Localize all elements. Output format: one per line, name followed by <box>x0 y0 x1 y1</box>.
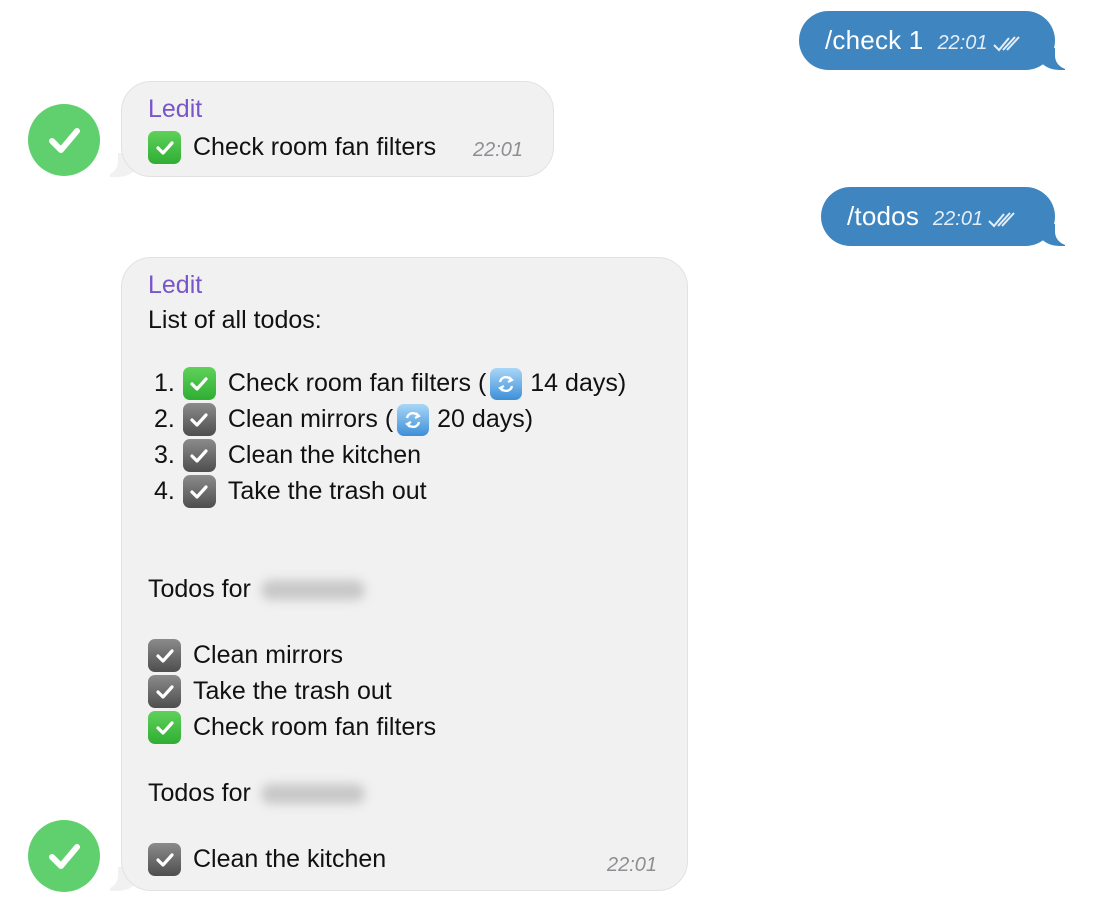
message-text: Check room fan filters <box>193 133 437 161</box>
todo-text: Check room fan filters <box>193 713 437 741</box>
todo-text: Take the trash out <box>227 477 427 505</box>
gray-check-emoji-icon <box>182 475 216 508</box>
repeat-emoji-icon <box>397 403 430 436</box>
green-check-emoji-icon <box>182 367 216 400</box>
todo-interval: 20 days) <box>437 405 534 433</box>
todo-number: 3. <box>154 441 175 469</box>
double-check-icon <box>988 211 1015 227</box>
message-text: /todos <box>847 201 920 231</box>
sender-name: Ledit <box>148 95 203 123</box>
chat-view: /check 1 22:01 Ledit Check room fan filt… <box>0 0 1108 900</box>
assigned-todo: Take the trash out <box>148 675 392 708</box>
message-time: 22:01 <box>607 854 658 876</box>
bot-avatar[interactable] <box>28 104 100 176</box>
outgoing-message-check[interactable]: /check 1 22:01 <box>799 11 1077 70</box>
gray-check-emoji-icon <box>148 843 181 876</box>
gray-check-emoji-icon <box>182 403 216 436</box>
todo-item-2: 2. Clean mirrors ( 20 days) <box>148 403 533 436</box>
section-title: Todos for <box>148 575 365 604</box>
todo-text: Clean mirrors <box>193 641 344 669</box>
todo-number: 4. <box>154 477 175 505</box>
todo-item-1: 1. Check room fan filters ( 14 days) <box>148 367 626 400</box>
list-header: List of all todos: <box>148 306 322 335</box>
todo-number: 2. <box>154 405 175 433</box>
green-check-emoji-icon <box>148 131 181 164</box>
assigned-todo: Check room fan filters <box>148 711 436 744</box>
message-meta: 22:01 <box>937 32 1021 55</box>
message-text: /check 1 <box>825 25 924 55</box>
double-check-icon <box>992 35 1020 51</box>
todo-text: Clean the kitchen <box>193 845 387 873</box>
todo-interval: 14 days) <box>530 369 627 397</box>
todo-text: Clean mirrors ( <box>227 405 394 433</box>
check-icon <box>49 128 80 153</box>
check-icon <box>49 844 80 869</box>
message-meta: 22:01 <box>933 208 1017 231</box>
incoming-message-check-result[interactable]: Ledit Check room fan filters 22:01 <box>121 81 554 177</box>
message-line: Check room fan filters <box>148 131 436 164</box>
gray-check-emoji-icon <box>148 639 181 672</box>
list-header-text: List of all todos: <box>148 306 322 334</box>
todo-text: Check room fan filters ( <box>227 369 487 397</box>
gray-check-emoji-icon <box>182 439 216 472</box>
section-title-text: Todos for <box>148 779 251 807</box>
incoming-message-todo-list[interactable]: Ledit List of all todos: 1. Check room f… <box>121 257 688 891</box>
assigned-todo: Clean the kitchen <box>148 843 386 876</box>
message-time: 22:01 <box>937 32 988 54</box>
repeat-emoji-icon <box>490 367 523 400</box>
sender-name: Ledit <box>148 271 203 299</box>
message-time: 22:01 <box>473 139 524 161</box>
gray-check-emoji-icon <box>148 675 181 708</box>
bot-avatar[interactable] <box>28 820 100 892</box>
section-title: Todos for <box>148 779 365 808</box>
redacted-username <box>260 579 365 600</box>
redacted-username <box>260 783 365 804</box>
todo-item-3: 3. Clean the kitchen <box>148 439 421 472</box>
todo-number: 1. <box>154 369 175 397</box>
todo-text: Clean the kitchen <box>227 441 422 469</box>
assigned-todo: Clean mirrors <box>148 639 343 672</box>
section-title-text: Todos for <box>148 575 251 603</box>
green-check-emoji-icon <box>148 711 181 744</box>
todo-item-4: 4. Take the trash out <box>148 475 427 508</box>
message-time: 22:01 <box>933 208 984 230</box>
outgoing-message-todos[interactable]: /todos 22:01 <box>821 187 1077 246</box>
todo-text: Take the trash out <box>193 677 392 705</box>
